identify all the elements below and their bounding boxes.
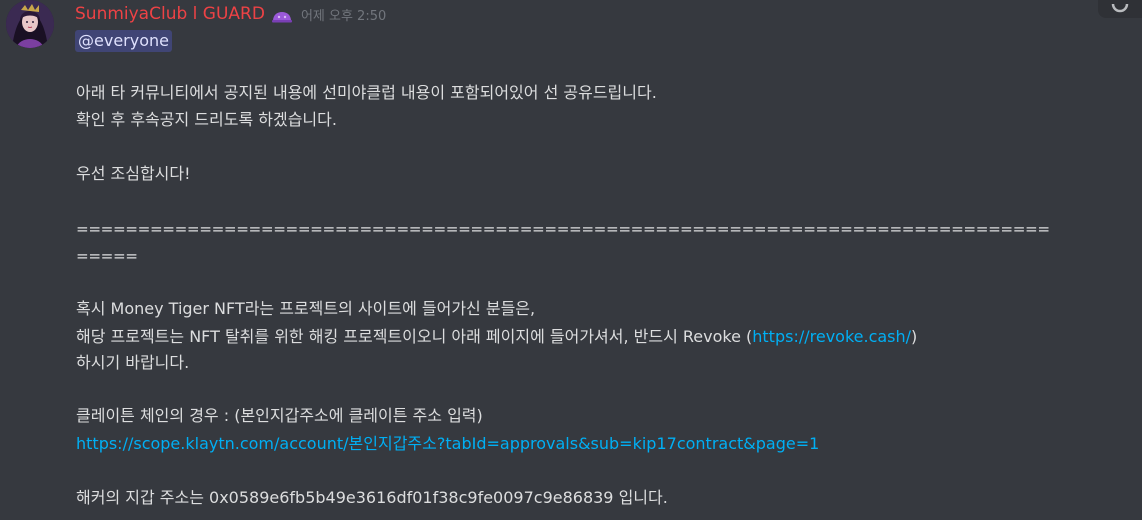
message-line-caution: 우선 조심합시다!	[76, 164, 191, 183]
user-avatar[interactable]	[6, 0, 54, 48]
message-line-notice: 아래 타 커뮤니티에서 공지된 내용에 선미야클럽 내용이 포함되어있어 선 공…	[76, 83, 657, 102]
chat-message: SunmiyaClub l GUARD 어제 오후 2:50 @everyone…	[0, 0, 1142, 520]
scope-link[interactable]: https://scope.klaytn.com/account/본인지갑주소?…	[76, 433, 819, 455]
divider-line-tail: =====	[76, 247, 138, 265]
scope-link-base[interactable]: https://scope.klaytn.com/account/	[76, 434, 349, 453]
author-name[interactable]: SunmiyaClub l GUARD	[75, 4, 265, 24]
revoke-prefix-text: 해당 프로젝트는 NFT 탈취를 위한 해킹 프로젝트이오니 아래 페이지에 들…	[76, 327, 753, 346]
scope-link-wallet[interactable]: 본인지갑주소	[349, 434, 437, 453]
refresh-icon	[1111, 4, 1129, 13]
revoke-link[interactable]: https://revoke.cash/	[752, 327, 911, 346]
role-badge-icon[interactable]	[271, 8, 293, 23]
revoke-suffix-text: )	[911, 327, 918, 346]
message-line-money-tiger: 혹시 Money Tiger NFT라는 프로젝트의 사이트에 들어가신 분들은…	[76, 299, 536, 318]
message-line-klaytn: 클레이튼 체인의 경우 : (본인지갑주소에 클레이튼 주소 입력)	[76, 406, 483, 425]
message-line-revoke: 해당 프로젝트는 NFT 탈취를 위한 해킹 프로젝트이오니 아래 페이지에 들…	[76, 326, 917, 348]
message-timestamp[interactable]: 어제 오후 2:50	[301, 5, 386, 24]
message-header: SunmiyaClub l GUARD 어제 오후 2:50	[75, 2, 386, 26]
message-line-hacker-wallet: 해커의 지갑 주소는 0x0589e6fb5b49e3616df01f38c9f…	[76, 488, 668, 507]
scope-link-query[interactable]: ?tabId=approvals&sub=kip17contract&page=…	[437, 434, 819, 453]
message-line-followup: 확인 후 후속공지 드리도록 하겠습니다.	[76, 110, 337, 129]
everyone-mention[interactable]: @everyone	[75, 30, 172, 52]
message-line-request: 하시기 바랍니다.	[76, 353, 190, 372]
refresh-button[interactable]	[1098, 0, 1142, 18]
divider-line: ========================================…	[76, 220, 1050, 238]
avatar-illustration-icon	[6, 0, 54, 48]
